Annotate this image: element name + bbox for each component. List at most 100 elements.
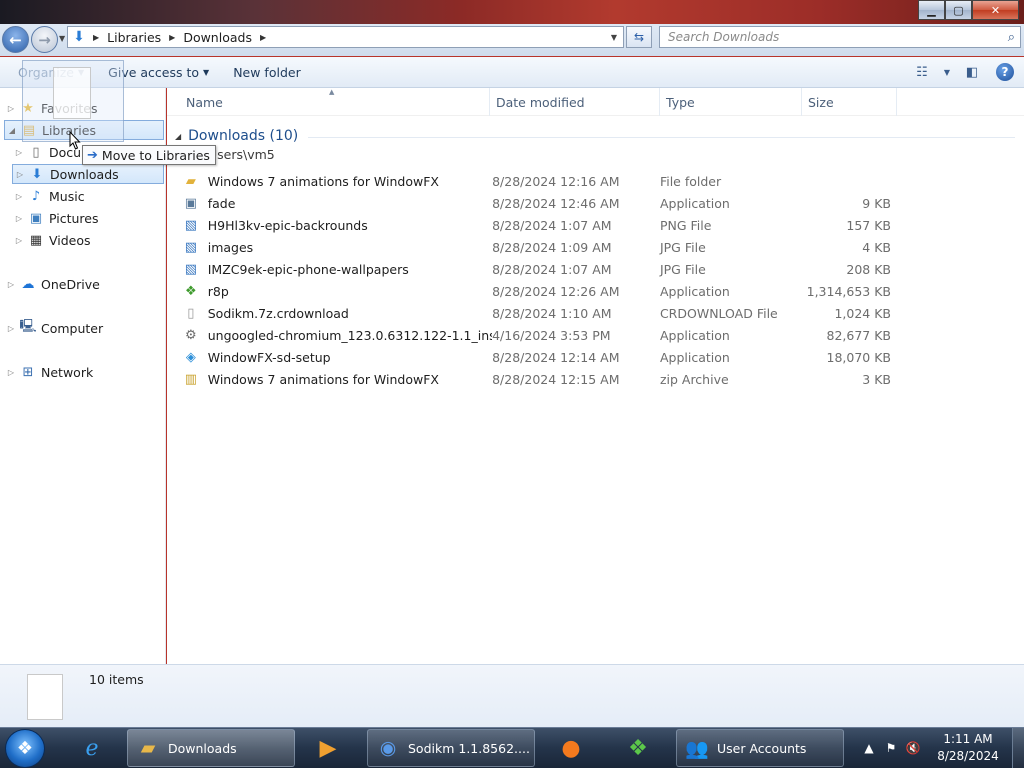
sidebar-item-network[interactable]: ▷ ⊞ Network (4, 362, 93, 382)
table-row[interactable]: ▥ Windows 7 animations for WindowFX 8/28… (181, 368, 891, 390)
taskbar-app-windows[interactable]: ❖ (612, 729, 664, 767)
group-path: Users\vm5 (208, 147, 275, 162)
table-row[interactable]: ▣ fade 8/28/2024 12:46 AM Application 9 … (181, 192, 891, 214)
file-name: Windows 7 animations for WindowFX (207, 371, 439, 387)
file-size: 9 KB (862, 195, 891, 211)
expand-arrow-icon[interactable]: ▷ (13, 170, 27, 179)
forward-button[interactable]: → (31, 26, 58, 53)
collapse-arrow-icon[interactable]: ◢ (5, 126, 19, 135)
column-header-size[interactable]: Size (802, 88, 897, 116)
drag-preview (22, 60, 124, 142)
new-folder-button[interactable]: New folder (221, 60, 313, 84)
taskbar-app-firefox[interactable]: ● (545, 729, 597, 767)
file-type: JPG File (659, 239, 706, 255)
view-list-icon: ☷ (916, 64, 928, 80)
sidebar-item-downloads[interactable]: ▷ ⬇ Downloads (12, 164, 164, 184)
system-tray: ▲ ⚑ 🔇 1:11 AM 8/28/2024 (858, 728, 1024, 768)
collapse-group-icon[interactable]: ◢ (175, 132, 181, 141)
expand-arrow-icon[interactable]: ▷ (4, 368, 18, 377)
recent-pages-dropdown[interactable]: ▼ (59, 34, 65, 43)
taskbar-app-ie[interactable]: ℯ (66, 729, 118, 767)
sidebar-item-label: Downloads (50, 166, 119, 182)
search-input[interactable] (668, 30, 998, 44)
blank-file-icon: ▯ (187, 305, 195, 321)
file-type: Application (659, 283, 730, 299)
expand-arrow-icon[interactable]: ▷ (12, 236, 26, 245)
breadcrumb-libraries[interactable]: Libraries (102, 27, 166, 47)
volume-muted-icon[interactable]: 🔇 (902, 741, 924, 755)
expand-arrow-icon[interactable]: ▷ (4, 104, 18, 113)
breadcrumb-separator-icon[interactable]: ▶ (90, 33, 102, 42)
column-header-date[interactable]: Date modified (490, 88, 660, 116)
table-row[interactable]: ▰ Windows 7 animations for WindowFX 8/28… (181, 170, 891, 192)
image-file-icon: ▧ (184, 217, 198, 233)
table-row[interactable]: ▧ H9Hl3kv-epic-backrounds 8/28/2024 1:07… (181, 214, 891, 236)
show-desktop-button[interactable] (1012, 728, 1024, 768)
sidebar-item-videos[interactable]: ▷ ▦ Videos (12, 230, 91, 250)
table-row[interactable]: ▧ IMZC9ek-epic-phone-wallpapers 8/28/202… (181, 258, 891, 280)
help-icon[interactable]: ? (996, 63, 1014, 81)
breadcrumb-downloads[interactable]: Downloads (178, 27, 257, 47)
file-name: H9Hl3kv-epic-backrounds (207, 217, 368, 233)
expand-arrow-icon[interactable]: ▷ (12, 148, 26, 157)
file-name: Windows 7 animations for WindowFX (207, 173, 439, 189)
taskbar-app-chromium[interactable]: ◉ Sodikm 1.1.8562.... (367, 729, 535, 767)
expand-arrow-icon[interactable]: ▷ (12, 214, 26, 223)
drag-file-icon (53, 67, 91, 119)
explorer-icon: ▰ (140, 737, 156, 759)
zip-icon: ▥ (184, 371, 198, 387)
preview-pane-icon: ◧ (965, 64, 979, 80)
table-row[interactable]: ⚙ ungoogled-chromium_123.0.6312.122-1.1_… (181, 324, 891, 346)
sidebar-item-onedrive[interactable]: ▷ ☁ OneDrive (4, 274, 100, 294)
address-bar[interactable]: ⬇ ▶ Libraries ▶ Downloads ▶ ▼ (67, 26, 624, 48)
view-options-dropdown[interactable]: ▼ (940, 61, 954, 83)
expand-arrow-icon[interactable]: ▷ (12, 192, 26, 201)
refresh-button[interactable]: ⇆ (626, 26, 652, 48)
group-header[interactable]: ◢ Downloads (10) (175, 126, 1015, 146)
column-header-type[interactable]: Type (660, 88, 802, 116)
start-button[interactable]: ❖ (5, 729, 45, 768)
image-file-icon: ▧ (184, 239, 198, 255)
taskbar-app-label: Sodikm 1.1.8562.... (408, 740, 530, 756)
table-row[interactable]: ▯ Sodikm.7z.crdownload 8/28/2024 1:10 AM… (181, 302, 891, 324)
back-button[interactable]: ← (2, 26, 29, 53)
file-type: Application (659, 327, 730, 343)
sidebar-item-computer[interactable]: ▷ 🖳 Computer (4, 318, 103, 338)
table-row[interactable]: ◈ WindowFX-sd-setup 8/28/2024 12:14 AM A… (181, 346, 891, 368)
sidebar-item-label: Music (49, 188, 85, 204)
address-history-dropdown[interactable]: ▼ (605, 33, 623, 42)
search-box[interactable]: ⌕ (659, 26, 1021, 48)
taskbar-app-label: Downloads (168, 740, 237, 756)
preview-pane-button[interactable]: ◧ (960, 61, 984, 83)
change-view-button[interactable]: ☷ (910, 61, 934, 83)
music-icon: ♪ (31, 188, 41, 204)
drag-tooltip-text: Move to Libraries (101, 147, 210, 163)
file-date: 8/28/2024 1:10 AM (492, 305, 612, 321)
table-row[interactable]: ❖ r8p 8/28/2024 12:26 AM Application 1,3… (181, 280, 891, 302)
expand-arrow-icon[interactable]: ▷ (4, 324, 18, 333)
breadcrumb-separator-icon[interactable]: ▶ (257, 33, 269, 42)
installer-icon: ⚙ (185, 327, 197, 343)
breadcrumb-separator-icon[interactable]: ▶ (166, 33, 178, 42)
taskbar-app-downloads[interactable]: ▰ Downloads (127, 729, 295, 767)
table-row[interactable]: ▧ images 8/28/2024 1:09 AM JPG File 4 KB (181, 236, 891, 258)
application-icon: ▣ (184, 195, 198, 211)
sidebar-item-pictures[interactable]: ▷ ▣ Pictures (12, 208, 99, 228)
search-icon[interactable]: ⌕ (1008, 30, 1015, 45)
file-name: fade (207, 195, 236, 211)
maximize-button[interactable]: ▢ (945, 0, 972, 20)
windows-app-icon: ❖ (185, 283, 197, 299)
taskbar-app-user-accounts[interactable]: 👥 User Accounts (676, 729, 844, 767)
column-header-name[interactable]: Name (180, 88, 490, 116)
action-center-icon[interactable]: ⚑ (880, 741, 902, 755)
minimize-button[interactable]: ▁ (918, 0, 945, 20)
close-button[interactable]: ✕ (972, 0, 1019, 20)
show-hidden-icons-icon[interactable]: ▲ (858, 741, 880, 755)
clock[interactable]: 1:11 AM 8/28/2024 (924, 731, 1012, 765)
column-label: Size (808, 94, 834, 110)
file-size: 1,024 KB (834, 305, 891, 321)
expand-arrow-icon[interactable]: ▷ (4, 280, 18, 289)
sidebar-item-music[interactable]: ▷ ♪ Music (12, 186, 85, 206)
taskbar-app-media-player[interactable]: ▶ (302, 729, 354, 767)
file-type: File folder (659, 173, 722, 189)
